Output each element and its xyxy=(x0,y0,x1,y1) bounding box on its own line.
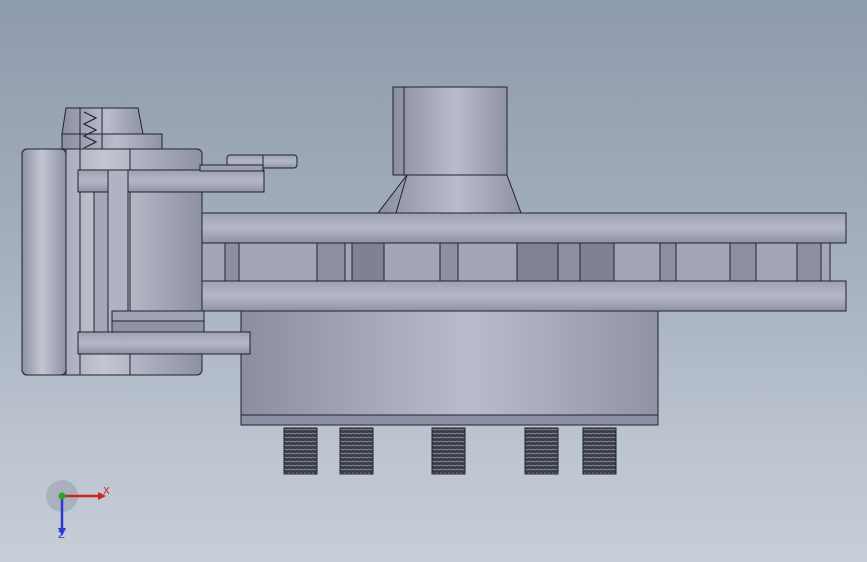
caliper-assembly-model[interactable] xyxy=(0,0,867,562)
triad-x-label: X xyxy=(103,486,110,497)
cad-graphics-viewport[interactable]: X Z xyxy=(0,0,867,562)
wheel-bolts xyxy=(283,427,617,475)
wheel-bolt xyxy=(431,427,466,475)
brake-disc xyxy=(107,212,847,312)
triad-z-label: Z xyxy=(58,530,65,541)
y-axis-dot xyxy=(58,492,66,500)
coordinate-triad: X Z xyxy=(40,478,130,548)
upper-shaft xyxy=(376,86,522,214)
wheel-bolt xyxy=(339,427,374,475)
wheel-bolt xyxy=(524,427,559,475)
wheel-bolt xyxy=(283,427,318,475)
hub-body xyxy=(240,310,659,426)
wheel-bolt xyxy=(582,427,617,475)
